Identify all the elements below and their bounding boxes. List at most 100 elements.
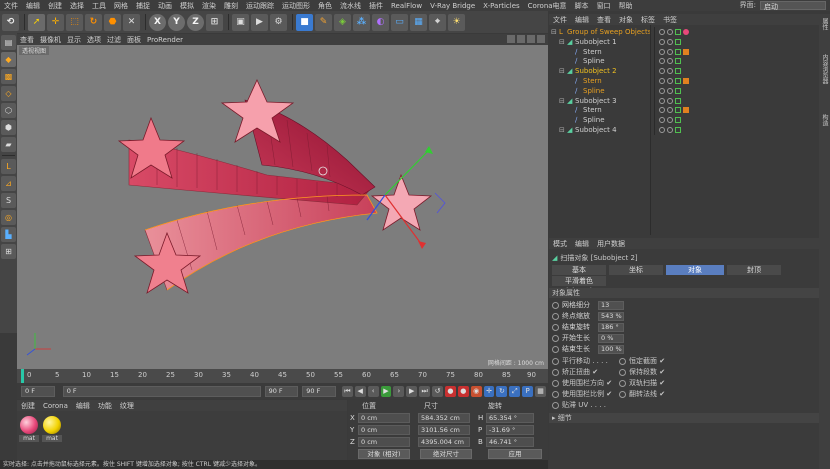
enable-check-icon[interactable] bbox=[675, 48, 681, 55]
check-banking[interactable]: 矫正扭曲 ✔ bbox=[552, 367, 598, 377]
menu-xparticles[interactable]: X-Particles bbox=[479, 2, 523, 10]
visibility-dot-icon[interactable] bbox=[667, 29, 673, 35]
object-name[interactable]: Stern bbox=[583, 48, 602, 56]
position-y-field[interactable]: 0 cm bbox=[358, 425, 410, 435]
vp-menu-panel[interactable]: 面板 bbox=[124, 35, 144, 45]
close-icon[interactable]: ✕ bbox=[123, 13, 140, 31]
select-arrow-icon[interactable]: ➚ bbox=[28, 13, 45, 31]
points-mode-icon[interactable]: ⬡ bbox=[1, 103, 16, 118]
visibility-dot-icon[interactable] bbox=[667, 68, 673, 75]
object-row[interactable]: ∕ Stern bbox=[549, 46, 819, 57]
go-to-start-icon[interactable]: ⏮ bbox=[341, 385, 353, 397]
visibility-dot-icon[interactable] bbox=[659, 48, 665, 55]
object-name[interactable]: Stern bbox=[583, 77, 602, 85]
maximize-icon[interactable] bbox=[537, 35, 545, 43]
object-row[interactable]: ∕ Spline bbox=[549, 56, 819, 67]
animate-dot[interactable] bbox=[552, 345, 559, 353]
attr-menu-edit[interactable]: 编辑 bbox=[571, 239, 593, 249]
check-flip-normals[interactable]: 翻转法线 ✔ bbox=[619, 389, 665, 399]
expand-toggle-icon[interactable]: ⊟ bbox=[551, 28, 557, 36]
vtab-attributes[interactable]: 属性 bbox=[820, 18, 829, 30]
lock-workplane-icon[interactable]: ◎ bbox=[1, 210, 16, 225]
expand-toggle-icon[interactable]: ⊟ bbox=[559, 38, 565, 46]
tab-caps[interactable]: 封顶 bbox=[727, 265, 781, 275]
play-icon[interactable]: ▶ bbox=[380, 385, 392, 397]
menu-help[interactable]: 帮助 bbox=[615, 1, 637, 11]
menu-corona[interactable]: Corona电意 bbox=[524, 1, 571, 11]
tab-phong[interactable]: 平滑着色(Phong) bbox=[552, 276, 606, 295]
vp-menu-view[interactable]: 查看 bbox=[17, 35, 37, 45]
menu-render[interactable]: 渲染 bbox=[198, 1, 220, 11]
enable-check-icon[interactable] bbox=[675, 87, 681, 94]
expand-toggle-icon[interactable]: ⊟ bbox=[559, 126, 565, 134]
menu-simulate[interactable]: 模拟 bbox=[176, 1, 198, 11]
size-y-field[interactable]: 3101.56 cm bbox=[418, 425, 470, 435]
array-icon[interactable]: ⁂ bbox=[353, 13, 370, 31]
edges-mode-icon[interactable]: ⬢ bbox=[1, 120, 16, 135]
check-keep-segments[interactable]: 保持段数 ✔ bbox=[619, 367, 665, 377]
visibility-dot-icon[interactable] bbox=[667, 117, 673, 124]
menu-animate[interactable]: 动画 bbox=[154, 1, 176, 11]
end-frame-field[interactable]: 90 F bbox=[264, 385, 299, 397]
end-scale-input[interactable]: 543 % bbox=[598, 311, 624, 321]
expand-toggle-icon[interactable]: ⊟ bbox=[559, 67, 565, 75]
animate-dot[interactable] bbox=[619, 357, 626, 365]
visibility-dot-icon[interactable] bbox=[659, 117, 665, 124]
animate-dot[interactable] bbox=[619, 390, 626, 398]
section-header-details[interactable]: ▸ 细节 bbox=[549, 413, 819, 423]
render-picture-viewer-icon[interactable]: ▶ bbox=[251, 13, 268, 31]
position-z-field[interactable]: 0 cm bbox=[358, 437, 410, 447]
visibility-dot-icon[interactable] bbox=[659, 127, 665, 133]
menu-script[interactable]: 脚本 bbox=[571, 1, 593, 11]
start-growth-input[interactable]: 0 % bbox=[598, 333, 624, 343]
rotation-p-field[interactable]: -31.69 ° bbox=[486, 425, 534, 435]
planar-workplane-icon[interactable]: ▙ bbox=[1, 227, 16, 242]
animate-dot[interactable] bbox=[552, 401, 559, 409]
object-row[interactable]: ⊟ ◢ Subobject 1 bbox=[549, 36, 819, 47]
object-row[interactable]: ∕ Spline bbox=[549, 115, 819, 126]
check-rail-direction[interactable]: 使用围栏方向 ✔ bbox=[552, 378, 612, 388]
om-menu-edit[interactable]: 编辑 bbox=[571, 15, 593, 25]
mat-menu-texture[interactable]: 纹理 bbox=[116, 401, 138, 411]
visibility-dot-icon[interactable] bbox=[659, 58, 665, 65]
object-row[interactable]: ∕ Stern bbox=[549, 105, 819, 116]
menu-file[interactable]: 文件 bbox=[0, 1, 22, 11]
preview-end-field[interactable]: 90 F bbox=[302, 385, 336, 397]
next-frame-icon[interactable]: › bbox=[393, 385, 405, 397]
y-axis-lock[interactable]: Y bbox=[168, 13, 185, 31]
animate-dot[interactable] bbox=[552, 323, 559, 331]
size-x-field[interactable]: 584.352 cm bbox=[418, 413, 470, 423]
menu-tools[interactable]: 工具 bbox=[88, 1, 110, 11]
om-menu-tags[interactable]: 标签 bbox=[637, 15, 659, 25]
workplane-icon[interactable]: ◇ bbox=[1, 86, 16, 101]
visibility-dot-icon[interactable] bbox=[667, 78, 673, 84]
auto-key-icon[interactable]: ● bbox=[457, 385, 469, 397]
animate-dot[interactable] bbox=[552, 379, 559, 387]
menu-realflow[interactable]: RealFlow bbox=[387, 2, 426, 10]
visibility-dot-icon[interactable] bbox=[659, 38, 665, 45]
prev-frame-icon[interactable]: ‹ bbox=[367, 385, 379, 397]
pen-icon[interactable]: ✎ bbox=[315, 13, 332, 31]
timeline-playhead[interactable] bbox=[21, 369, 24, 383]
coord-system-icon[interactable]: ⊞ bbox=[206, 13, 223, 31]
model-mode-icon[interactable]: ◆ bbox=[1, 52, 16, 67]
om-menu-bookmarks[interactable]: 书签 bbox=[659, 15, 681, 25]
check-stick-uvs[interactable]: 贴滞 UV . . . . bbox=[552, 400, 606, 410]
material-swatch-pink[interactable]: mat bbox=[19, 416, 39, 442]
material-swatch-yellow[interactable]: mat bbox=[42, 416, 62, 442]
loop-icon[interactable]: ↺ bbox=[432, 385, 443, 397]
object-row[interactable]: ⊟ L Group of Sweep Objects bbox=[549, 27, 819, 37]
size-mode-dropdown[interactable]: 绝对尺寸 bbox=[420, 449, 472, 459]
end-rotation-input[interactable]: 186 ° bbox=[598, 322, 624, 332]
orbit-icon[interactable] bbox=[527, 35, 535, 43]
record-key-icon[interactable]: ● bbox=[444, 385, 456, 397]
key-rotation-icon[interactable]: ↻ bbox=[496, 385, 508, 397]
tab-object[interactable]: 对象 bbox=[666, 265, 724, 275]
object-row[interactable]: ⊟ ◢ Subobject 2 bbox=[549, 66, 819, 77]
rotation-b-field[interactable]: 46.741 ° bbox=[486, 437, 534, 447]
mat-menu-edit[interactable]: 编辑 bbox=[72, 401, 94, 411]
menu-snap[interactable]: 捕捉 bbox=[132, 1, 154, 11]
object-row[interactable]: ∕ Stern bbox=[549, 76, 819, 86]
subdivision-input[interactable]: 13 bbox=[598, 300, 624, 310]
animate-dot[interactable] bbox=[552, 334, 559, 342]
